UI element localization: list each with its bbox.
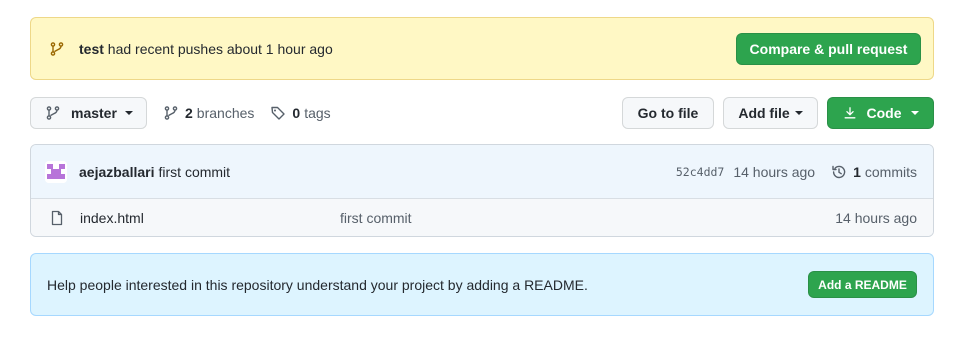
chevron-down-icon bbox=[910, 110, 919, 115]
code-button[interactable]: Code bbox=[827, 96, 934, 129]
commit-sha[interactable]: 52c4dd7 bbox=[676, 165, 724, 179]
file-icon bbox=[49, 210, 65, 226]
add-file-label: Add file bbox=[738, 104, 790, 121]
chevron-down-icon bbox=[124, 110, 133, 115]
git-branch-icon bbox=[49, 41, 65, 57]
tags-label: tags bbox=[304, 104, 331, 121]
file-age: 14 hours ago bbox=[835, 210, 917, 226]
commit-message[interactable]: first commit bbox=[159, 164, 231, 180]
branch-select-button[interactable]: master bbox=[30, 96, 147, 129]
repo-toolbar: master 2 branches 0 tags Go to file Add … bbox=[30, 96, 934, 129]
commit-author[interactable]: aejazballari bbox=[79, 164, 155, 180]
tags-link[interactable]: 0 tags bbox=[270, 104, 331, 121]
commits-count: 1 bbox=[853, 163, 861, 180]
go-to-file-button[interactable]: Go to file bbox=[622, 96, 714, 129]
latest-commit-bar: aejazballari first commit 52c4dd7 14 hou… bbox=[31, 145, 933, 199]
push-message: had recent pushes about 1 hour ago bbox=[107, 40, 333, 57]
chevron-down-icon bbox=[794, 110, 803, 115]
branch-name: master bbox=[71, 104, 117, 121]
file-name[interactable]: index.html bbox=[80, 210, 340, 226]
pushed-branch-name[interactable]: test bbox=[79, 41, 104, 57]
branches-label: branches bbox=[196, 104, 255, 121]
table-row: index.html first commit 14 hours ago bbox=[31, 199, 933, 236]
compare-pull-request-button[interactable]: Compare & pull request bbox=[736, 32, 921, 65]
commits-link[interactable]: 1 commits bbox=[831, 164, 917, 180]
avatar[interactable] bbox=[45, 160, 67, 183]
recent-push-banner: test had recent pushes about 1 hour ago … bbox=[30, 17, 934, 80]
code-label: Code bbox=[866, 104, 902, 121]
tags-count: 0 bbox=[292, 104, 301, 121]
readme-prompt: Help people interested in this repositor… bbox=[30, 253, 934, 316]
git-branch-icon bbox=[163, 105, 179, 121]
download-icon bbox=[843, 106, 857, 120]
commit-age: 14 hours ago bbox=[733, 163, 816, 180]
file-commit-message[interactable]: first commit bbox=[340, 210, 412, 226]
add-readme-button[interactable]: Add a README bbox=[808, 271, 917, 298]
commits-label: commits bbox=[864, 163, 917, 180]
history-icon bbox=[831, 164, 847, 180]
git-branch-icon bbox=[45, 105, 61, 121]
readme-message: Help people interested in this repositor… bbox=[47, 276, 588, 293]
tag-icon bbox=[270, 105, 286, 121]
branches-link[interactable]: 2 branches bbox=[163, 105, 254, 121]
file-browser: aejazballari first commit 52c4dd7 14 hou… bbox=[30, 144, 934, 237]
add-file-button[interactable]: Add file bbox=[723, 96, 818, 129]
branches-count: 2 bbox=[185, 104, 193, 121]
